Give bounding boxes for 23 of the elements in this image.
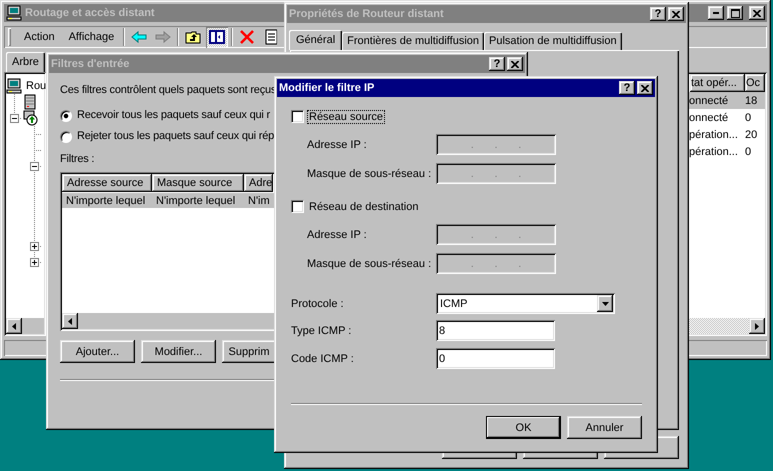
field-label: Type ICMP : [291,324,352,336]
list-label: Filtres : [60,153,94,166]
list-cell-text: pération... [688,128,739,140]
list-cell-text: 0 [744,112,752,124]
field-label: Code ICMP : [291,352,355,364]
field-label: Adresse IP : [306,228,368,240]
field-label: Masque de sous-réseau : [306,258,432,270]
list-cell-text: 18 [744,94,758,106]
list-cell-text: onnecté [688,112,730,124]
window-title: Propriétés de Routeur distant [289,8,444,20]
window-title: Modifier le filtre IP [279,82,374,94]
list-cell-text: N'importe lequel [155,194,236,206]
list-cell-text: onnecté [688,94,730,106]
list-cell-text: 0 [744,146,752,158]
field-label: Masque de sous-réseau : [306,168,432,180]
field-label: Protocole : [291,298,345,310]
field-label: Adresse IP : [306,138,368,150]
list-cell-text: N'im [247,194,271,206]
list-cell-text: N'importe lequel [65,194,146,206]
window-title: Filtres d'entrée [51,58,130,70]
window-title: Routage et accès distant [25,7,155,19]
list-cell-text: 20 [744,128,758,140]
list-cell-text: pération... [688,146,739,158]
